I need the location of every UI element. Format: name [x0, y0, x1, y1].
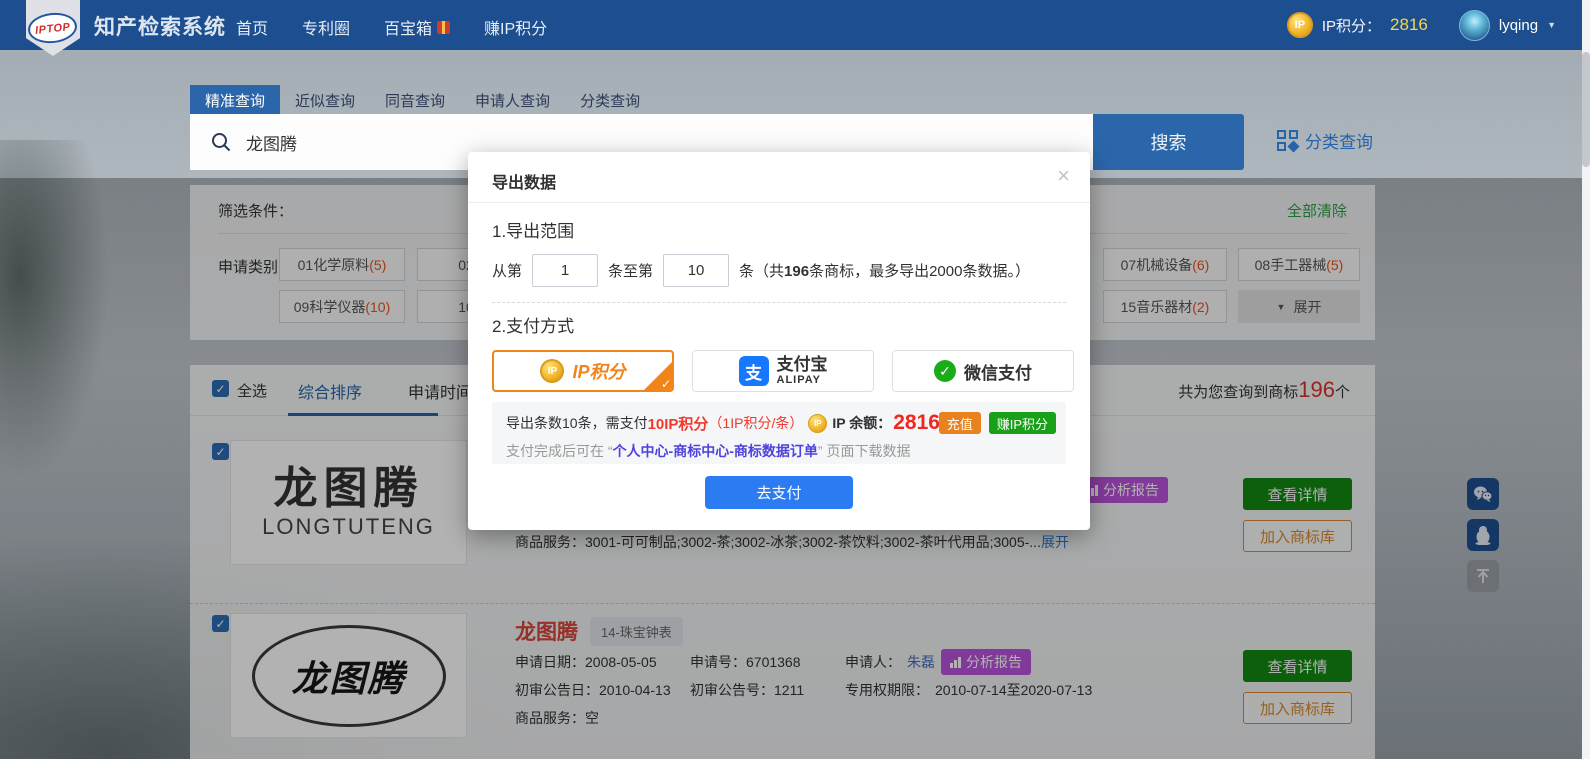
- alipay-labels: 支付宝 ALIPAY: [777, 356, 828, 387]
- ip-coin-icon: IP: [808, 414, 827, 433]
- info-balance-label: IP 余额：: [832, 413, 891, 433]
- info-cost-rate: （1IP积分/条）: [708, 413, 803, 433]
- range-suffix-1: 条（共: [739, 263, 784, 280]
- close-icon[interactable]: ×: [1057, 165, 1070, 187]
- info-buttons: 充值 赚IP积分: [939, 412, 1056, 434]
- selected-check-icon: ✓: [661, 377, 671, 391]
- tab-homophone-query[interactable]: 同音查询: [370, 85, 460, 114]
- payment-option-wechat[interactable]: ✓ 微信支付: [892, 350, 1074, 392]
- range-from-label: 从第: [492, 260, 522, 281]
- nav-item-earn-points[interactable]: 赚IP积分: [484, 15, 547, 39]
- navbar-right: IP IP积分： 2816 lyqing ▼: [1287, 0, 1556, 50]
- payment-option-ip-points[interactable]: IP IP积分 ✓: [492, 350, 674, 392]
- gift-icon: [437, 21, 450, 34]
- wechat-pay-icon: ✓: [934, 360, 956, 382]
- range-suffix: 条（共196条商标，最多导出2000条数据。）: [739, 260, 1030, 281]
- logo-oval: IPTOP: [27, 11, 79, 46]
- range-suffix-2: 条商标，最多导出2000条数据。）: [809, 263, 1030, 280]
- search-tabs: 精准查询 近似查询 同音查询 申请人查询 分类查询: [190, 85, 655, 114]
- nav-item-treasure-box-label: 百宝箱: [384, 15, 432, 39]
- app-title: 知产检索系统: [94, 11, 226, 41]
- payment-method-heading: 2.支付方式: [492, 312, 574, 337]
- payment-options: IP IP积分 ✓ 支 支付宝 ALIPAY ✓ 微信支付: [492, 350, 1074, 392]
- payment-info-line2: 支付完成后可在 “个人中心-商标中心-商标数据订单” 页面下载数据: [506, 441, 1052, 461]
- modal-title-divider: [468, 202, 1090, 203]
- modal-dashed-divider: [492, 302, 1066, 303]
- export-range-heading: 1.导出范围: [492, 217, 574, 242]
- tab-similar-query[interactable]: 近似查询: [280, 85, 370, 114]
- modal-title: 导出数据: [492, 169, 556, 193]
- range-to-input[interactable]: [663, 254, 729, 287]
- ip-coin-icon: IP: [1287, 12, 1313, 38]
- category-query-link[interactable]: 分类查询: [1277, 128, 1373, 153]
- tab-exact-query[interactable]: 精准查询: [190, 85, 280, 114]
- points-value: 2816: [1390, 15, 1428, 35]
- export-range-row: 从第 条至第 条（共196条商标，最多导出2000条数据。）: [492, 254, 1030, 287]
- search-icon: [210, 131, 232, 153]
- category-query-label: 分类查询: [1305, 128, 1373, 153]
- range-to-label: 条至第: [608, 260, 653, 281]
- range-from-input[interactable]: [532, 254, 598, 287]
- earn-points-button[interactable]: 赚IP积分: [989, 412, 1056, 434]
- search-button[interactable]: 搜索: [1093, 114, 1244, 170]
- info-download-prefix: 支付完成后可在 “: [506, 443, 613, 459]
- payment-info-box: 导出条数10条，需支付10IP积分（1IP积分/条）IPIP 余额：2816个 …: [492, 402, 1066, 464]
- top-navbar: IPTOP 知产检索系统 首页 专利圈 百宝箱 赚IP积分 IP IP积分： 2…: [0, 0, 1590, 50]
- tab-category-query[interactable]: 分类查询: [565, 85, 655, 114]
- alipay-icon: 支: [739, 356, 769, 386]
- info-download-suffix: ” 页面下载数据: [818, 443, 911, 459]
- nav-item-treasure-box[interactable]: 百宝箱: [384, 15, 450, 39]
- order-page-link[interactable]: 个人中心-商标中心-商标数据订单: [613, 443, 818, 459]
- tab-applicant-query[interactable]: 申请人查询: [460, 85, 565, 114]
- main-nav: 首页 专利圈 百宝箱 赚IP积分: [236, 15, 547, 39]
- chevron-down-icon[interactable]: ▼: [1547, 20, 1556, 30]
- nav-item-home[interactable]: 首页: [236, 15, 268, 39]
- search-input[interactable]: [246, 132, 946, 152]
- export-data-modal: 导出数据 × 1.导出范围 从第 条至第 条（共196条商标，最多导出2000条…: [468, 152, 1090, 530]
- points-label: IP积分：: [1322, 15, 1381, 36]
- info-cost-prefix: 导出条数10条，需支付: [506, 413, 648, 433]
- ip-coin-icon: IP: [540, 359, 564, 383]
- ip-points-label: IP积分: [572, 358, 625, 384]
- info-balance-value: 2816: [893, 411, 940, 435]
- scrollbar-track: [1582, 0, 1590, 759]
- recharge-button[interactable]: 充值: [939, 412, 981, 434]
- info-cost-points: 10IP积分: [648, 413, 709, 434]
- payment-info-line1: 导出条数10条，需支付10IP积分（1IP积分/条）IPIP 余额：2816个 …: [506, 411, 1052, 435]
- scrollbar-thumb[interactable]: [1582, 52, 1590, 167]
- range-total: 196: [784, 263, 809, 280]
- payment-option-alipay[interactable]: 支 支付宝 ALIPAY: [692, 350, 874, 392]
- category-grid-icon: [1277, 130, 1298, 151]
- wechat-pay-label: 微信支付: [964, 359, 1032, 384]
- go-pay-button[interactable]: 去支付: [705, 476, 853, 509]
- app-logo[interactable]: IPTOP: [26, 0, 80, 56]
- username[interactable]: lyqing: [1499, 17, 1538, 34]
- alipay-en-label: ALIPAY: [777, 374, 828, 386]
- nav-item-patent-circle[interactable]: 专利圈: [302, 15, 350, 39]
- logo-text: IPTOP: [35, 21, 71, 37]
- avatar[interactable]: [1459, 10, 1490, 41]
- alipay-cn-label: 支付宝: [777, 356, 828, 375]
